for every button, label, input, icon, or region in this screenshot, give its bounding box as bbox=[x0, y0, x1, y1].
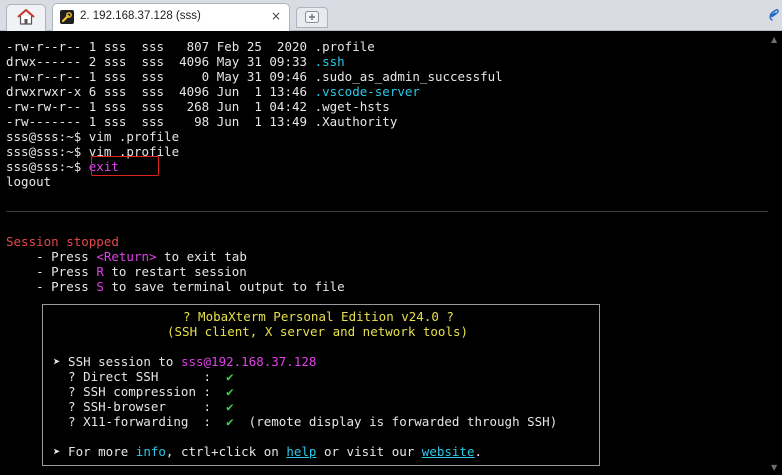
arrow-icon: ➤ bbox=[53, 444, 61, 459]
feature-line: ? SSH-browser : ✔ bbox=[53, 399, 234, 414]
paperclip-icon[interactable] bbox=[768, 8, 780, 22]
tab-bar: 2. 192.168.37.128 (sss) × bbox=[0, 0, 782, 31]
prompt-line: sss@sss:~$ vim .profile bbox=[6, 129, 180, 144]
feature-line: ? Direct SSH : ✔ bbox=[53, 369, 234, 384]
close-tab-icon[interactable]: × bbox=[271, 9, 281, 23]
check-icon: ✔ bbox=[226, 414, 234, 429]
check-icon: ✔ bbox=[226, 384, 234, 399]
home-tab[interactable] bbox=[6, 4, 46, 31]
new-tab-button[interactable] bbox=[296, 7, 328, 28]
ls-line: drwx------ 2 sss sss 4096 May 31 09:33 .… bbox=[6, 54, 345, 69]
ls-line: -rw-rw-r-- 1 sss sss 268 Jun 1 04:42 .wg… bbox=[6, 99, 390, 114]
exit-highlight-box bbox=[91, 156, 159, 176]
tab-session[interactable]: 2. 192.168.37.128 (sss) × bbox=[52, 3, 290, 31]
press-return-hint: - Press <Return> to exit tab bbox=[6, 249, 247, 264]
more-info-line: ➤ For more info, ctrl+click on help or v… bbox=[53, 444, 483, 459]
help-link[interactable]: help bbox=[286, 444, 316, 459]
check-icon: ✔ bbox=[226, 369, 234, 384]
info-link[interactable]: info bbox=[136, 444, 166, 459]
tab-session-label: 2. 192.168.37.128 (sss) bbox=[80, 10, 201, 22]
session-stopped-text: Session stopped bbox=[6, 234, 119, 249]
scroll-down-arrow-icon[interactable]: ▼ bbox=[771, 463, 777, 472]
info-subtitle: (SSH client, X server and network tools) bbox=[167, 324, 469, 339]
feature-line: ? X11-forwarding : ✔ (remote display is … bbox=[53, 414, 558, 429]
press-s-hint: - Press S to save terminal output to fil… bbox=[6, 279, 345, 294]
info-title: ? MobaXterm Personal Edition v24.0 ? bbox=[183, 309, 454, 324]
ssh-target: sss@192.168.37.128 bbox=[180, 354, 317, 369]
logout-line: logout bbox=[6, 174, 52, 189]
terminal-scrollbar[interactable]: ▲ ▼ bbox=[768, 31, 782, 475]
scroll-up-arrow-icon[interactable]: ▲ bbox=[771, 35, 777, 44]
feature-line: ? SSH compression : ✔ bbox=[53, 384, 234, 399]
ls-line: -rw-r--r-- 1 sss sss 807 Feb 25 2020 .pr… bbox=[6, 39, 375, 54]
session-divider bbox=[6, 211, 768, 212]
press-r-hint: - Press R to restart session bbox=[6, 264, 247, 279]
website-link[interactable]: website bbox=[422, 444, 475, 459]
ls-line: drwxrwxr-x 6 sss sss 4096 Jun 1 13:46 .v… bbox=[6, 84, 420, 99]
check-icon: ✔ bbox=[226, 399, 234, 414]
home-icon bbox=[17, 9, 35, 25]
plus-icon bbox=[305, 11, 319, 23]
ssh-session-line: ➤ SSH session to sss@192.168.37.128 bbox=[53, 354, 317, 369]
ls-line: -rw-r--r-- 1 sss sss 0 May 31 09:46 .sud… bbox=[6, 69, 503, 84]
ls-line: -rw------- 1 sss sss 98 Jun 1 13:49 .Xau… bbox=[6, 114, 398, 129]
terminal-wrench-icon bbox=[60, 10, 74, 24]
arrow-icon: ➤ bbox=[53, 354, 61, 369]
